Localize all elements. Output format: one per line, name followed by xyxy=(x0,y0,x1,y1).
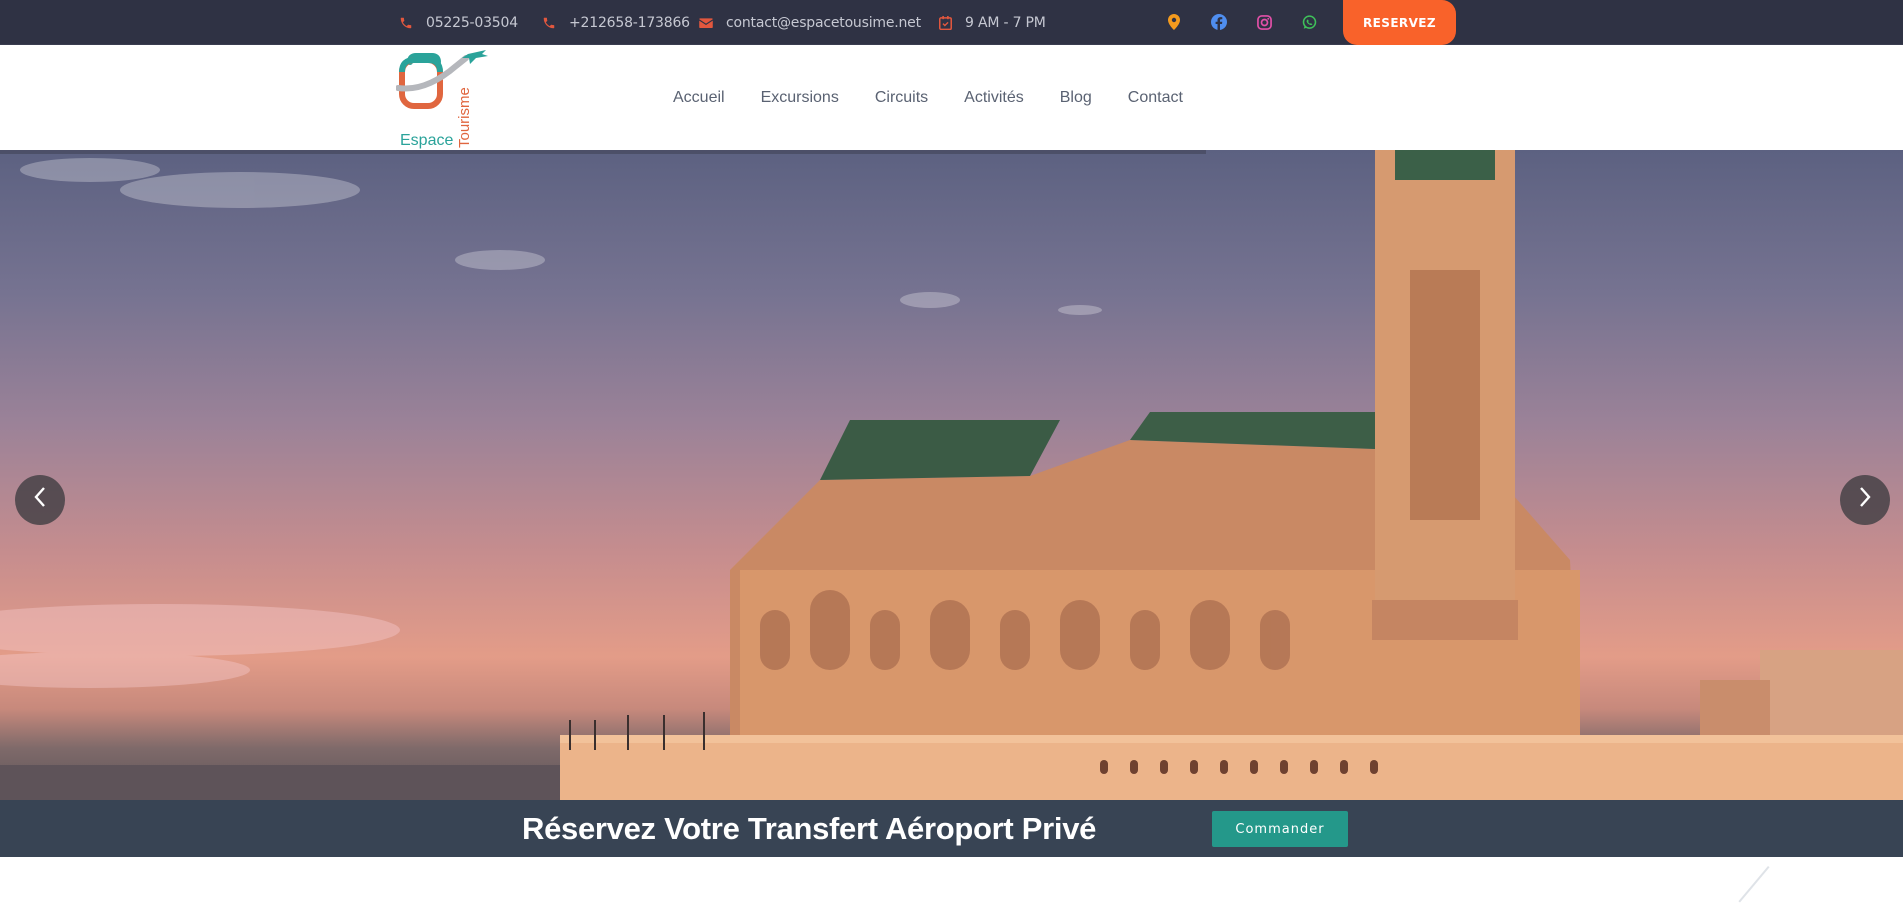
nav-item-excursions[interactable]: Excursions xyxy=(761,89,839,107)
envelope-icon xyxy=(698,15,714,31)
nav-item-activites[interactable]: Activités xyxy=(964,89,1024,107)
phone-1-text: 05225-03504 xyxy=(426,14,518,31)
nav-item-contact[interactable]: Contact xyxy=(1128,89,1183,107)
map-marker-icon[interactable] xyxy=(1165,13,1183,31)
chevron-left-icon xyxy=(33,485,47,515)
opening-hours: 9 AM - 7 PM xyxy=(937,0,1046,45)
order-button[interactable]: Commander xyxy=(1212,811,1348,847)
slider-prev-button[interactable] xyxy=(15,475,65,525)
phone-icon xyxy=(398,15,414,31)
chevron-right-icon xyxy=(1858,485,1872,515)
logo-word-tourisme: Tourisme xyxy=(456,87,473,148)
nav-item-blog[interactable]: Blog xyxy=(1060,89,1092,107)
phone-1[interactable]: 05225-03504 xyxy=(398,0,518,45)
instagram-icon[interactable] xyxy=(1255,13,1273,31)
top-bar: 05225-03504 +212658-173866 contact@espac… xyxy=(0,0,1903,45)
nav-item-circuits[interactable]: Circuits xyxy=(875,89,928,107)
cta-bar: Réservez Votre Transfert Aéroport Privé … xyxy=(0,800,1903,857)
logo-word-espace: Espace xyxy=(400,132,454,149)
hero-image xyxy=(0,150,1903,800)
site-header: Espace Tourisme Accueil Excursions Circu… xyxy=(0,45,1903,150)
email-text: contact@espacetousime.net xyxy=(726,14,921,31)
calendar-icon xyxy=(937,15,953,31)
whatsapp-icon[interactable] xyxy=(1300,13,1318,31)
phone-2-text: +212658-173866 xyxy=(569,14,690,31)
phone-icon xyxy=(541,15,557,31)
reserve-button[interactable]: RESERVEZ xyxy=(1343,0,1456,45)
slider-next-button[interactable] xyxy=(1840,475,1890,525)
hero-slider xyxy=(0,150,1903,800)
phone-2[interactable]: +212658-173866 xyxy=(541,0,690,45)
decorative-line xyxy=(1738,866,1770,903)
nav-item-accueil[interactable]: Accueil xyxy=(673,89,725,107)
cta-title: Réservez Votre Transfert Aéroport Privé xyxy=(522,810,1097,846)
hours-text: 9 AM - 7 PM xyxy=(965,14,1046,31)
main-nav: Accueil Excursions Circuits Activités Bl… xyxy=(673,45,1183,150)
site-logo[interactable]: Espace Tourisme xyxy=(395,48,492,149)
email-link[interactable]: contact@espacetousime.net xyxy=(698,0,921,45)
facebook-icon[interactable] xyxy=(1210,13,1228,31)
